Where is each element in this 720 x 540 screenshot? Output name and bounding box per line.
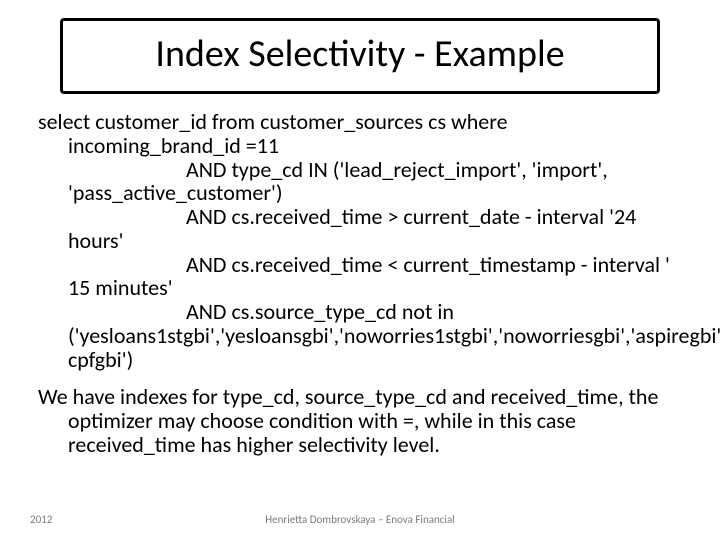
footer-year: 2012 — [30, 513, 52, 526]
sql-clause-4-text: AND cs.source_type_cd not in ('yesloans1… — [68, 298, 720, 373]
sql-block: select customer_id from customer_sources… — [38, 110, 684, 371]
sql-clause-3-text: AND cs.received_time < current_timestamp… — [68, 251, 670, 302]
footer: 2012 Henrietta Dombrovskaya – Enova Fina… — [0, 513, 720, 526]
sql-clause-2-text: AND cs.received_time > current_date - in… — [68, 203, 636, 254]
title-box: Index Selectivity - Example — [60, 18, 660, 94]
explanation-text: We have indexes for type_cd, source_type… — [38, 385, 684, 456]
sql-clause-3: AND cs.received_time < current_timestamp… — [38, 253, 684, 301]
sql-clause-4: AND cs.source_type_cd not in ('yesloans1… — [38, 300, 684, 371]
sql-clause-1-text: AND type_cd IN ('lead_reject_import', 'i… — [68, 156, 608, 207]
sql-clause-2: AND cs.received_time > current_date - in… — [38, 205, 684, 253]
sql-clause-1: AND type_cd IN ('lead_reject_import', 'i… — [38, 158, 684, 206]
slide: Index Selectivity - Example select custo… — [0, 0, 720, 540]
footer-author: Henrietta Dombrovskaya – Enova Financial — [0, 513, 720, 526]
sql-line-1: select customer_id from customer_sources… — [38, 110, 684, 158]
body-text: select customer_id from customer_sources… — [32, 110, 688, 457]
slide-title: Index Selectivity - Example — [103, 31, 617, 77]
